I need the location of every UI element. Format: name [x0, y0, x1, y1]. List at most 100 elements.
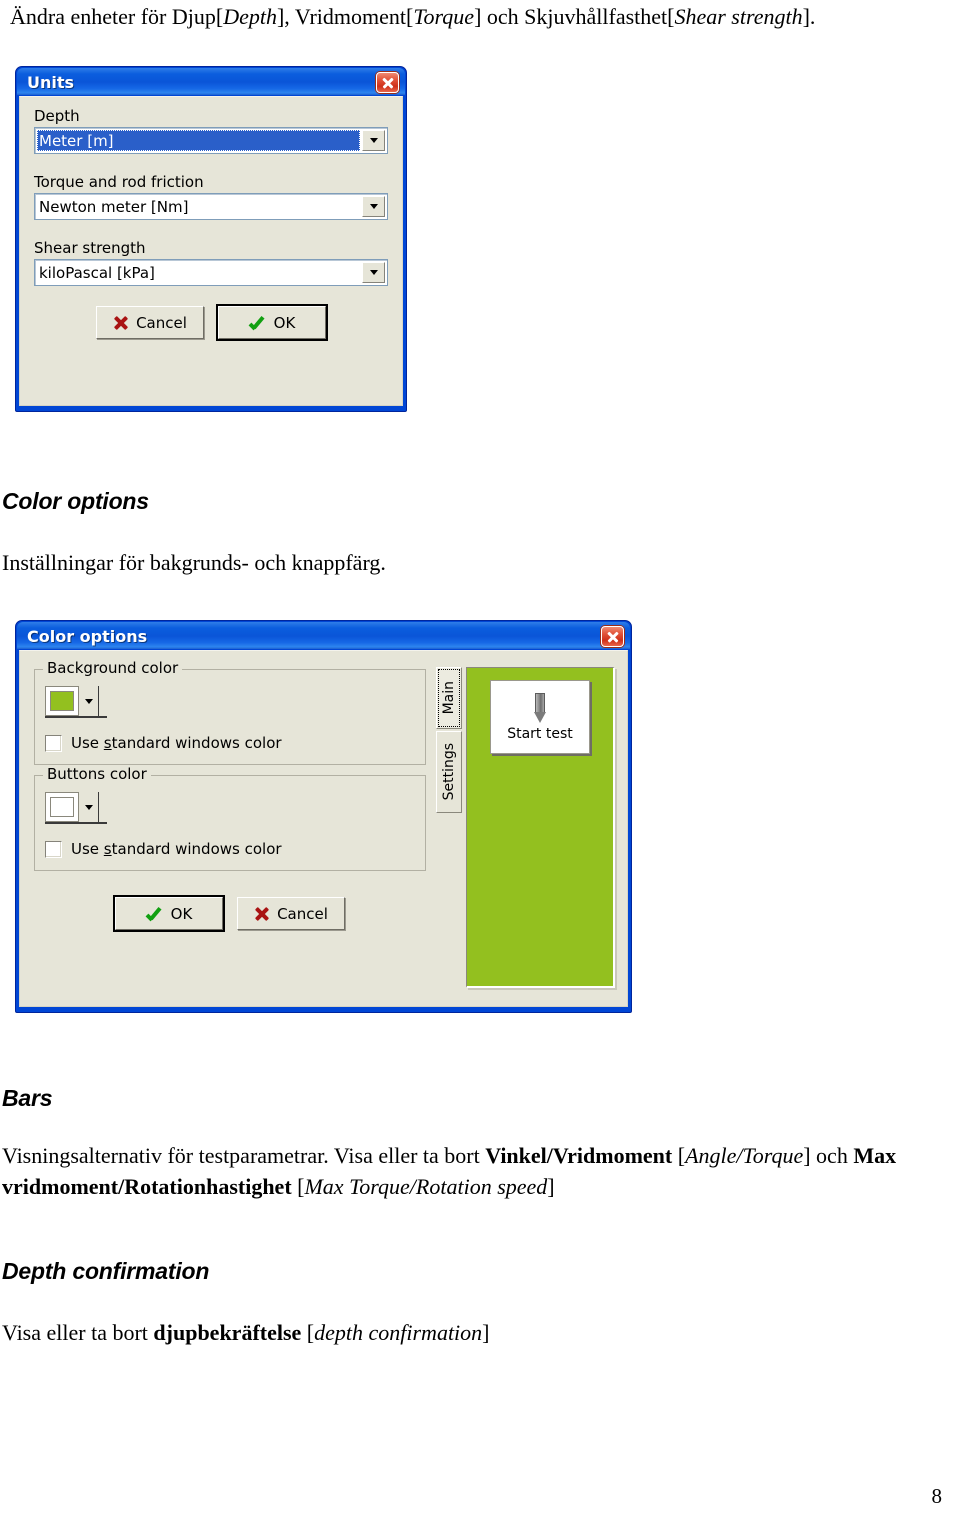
background-color-swatch[interactable] [45, 686, 79, 716]
text-run: ] [482, 1320, 490, 1345]
preview-vertical-tabs: Main Settings [436, 659, 462, 998]
label-accel: s [103, 840, 112, 858]
color-options-titlebar[interactable]: Color options [19, 623, 628, 650]
text-run: ] [547, 1174, 555, 1199]
color-options-preview-pane: Main Settings Start test [430, 659, 619, 998]
text-run: Depth [223, 4, 277, 29]
text-run: Inställningar för bakgrunds- och knappfä… [2, 550, 386, 575]
text-run: Torque [413, 4, 475, 29]
ok-button[interactable]: OK [218, 306, 326, 339]
text-run: Ändra enheter för Djup[ [10, 4, 224, 29]
units-dialog: Units Depth Meter [m] Torque and rod fri… [15, 66, 407, 412]
text-run: ]. [802, 4, 816, 29]
units-dialog-body: Depth Meter [m] Torque and rod friction … [19, 96, 403, 406]
text-run: djupbekräftelse [153, 1320, 302, 1345]
color-options-dialog: Color options Background color Use stand… [15, 620, 632, 1013]
depth-unit-value: Meter [m] [37, 130, 360, 151]
background-standard-color-checkbox[interactable] [45, 734, 62, 752]
field-depth: Depth Meter [m] [34, 107, 388, 154]
ok-button-label: OK [170, 904, 193, 923]
field-label-torque: Torque and rod friction [34, 173, 204, 191]
intro-paragraph: Ändra enheter för Djup[Depth], Vridmomen… [10, 2, 955, 32]
color-options-title: Color options [27, 627, 148, 646]
section-paragraph-bars: Visningsalternativ för testparametrar. V… [2, 1140, 952, 1202]
background-standard-color-label: Use standard windows color [71, 734, 282, 752]
ok-button[interactable]: OK [115, 897, 223, 930]
buttons-color-swatch-fill [50, 797, 74, 817]
buttons-standard-color-label: Use standard windows color [71, 840, 282, 858]
chevron-down-icon[interactable] [362, 130, 385, 151]
cancel-button[interactable]: Cancel [237, 897, 345, 930]
text-run: [ [301, 1320, 315, 1345]
chevron-down-icon[interactable] [362, 196, 385, 217]
label-pre: Use [71, 734, 104, 752]
section-heading-color-options: Color options [2, 488, 149, 514]
text-run: ] och [803, 1143, 854, 1168]
text-run: Visningsalternativ för testparametrar. V… [2, 1143, 486, 1168]
label-post: tandard windows color [111, 840, 282, 858]
close-icon[interactable] [601, 626, 624, 647]
chevron-down-icon[interactable] [79, 792, 99, 822]
text-run: ], Vridmoment[ [276, 4, 414, 29]
tab-main[interactable]: Main [436, 667, 462, 729]
background-color-picker[interactable] [45, 686, 107, 718]
tab-settings-label: Settings [441, 743, 457, 801]
text-run: Shear strength [674, 4, 803, 29]
cancel-button-label: Cancel [136, 313, 187, 332]
buttons-color-group: Buttons color Use standard windows color [34, 765, 426, 871]
units-dialog-titlebar[interactable]: Units [19, 69, 403, 96]
background-standard-color-row[interactable]: Use standard windows color [45, 734, 415, 752]
section-heading-bars: Bars [2, 1085, 53, 1111]
buttons-color-group-title: Buttons color [43, 765, 151, 783]
chevron-down-icon[interactable] [362, 262, 385, 283]
tab-settings[interactable]: Settings [436, 731, 462, 813]
cancel-button[interactable]: Cancel [96, 306, 204, 339]
green-check-icon [249, 315, 267, 331]
start-test-label: Start test [507, 725, 573, 742]
tab-main-label: Main [441, 681, 457, 715]
section-paragraph-depth-confirmation: Visa eller ta bort djupbekräftelse [dept… [2, 1317, 752, 1348]
buttons-standard-color-row[interactable]: Use standard windows color [45, 840, 415, 858]
field-label-shear-strength: Shear strength [34, 239, 146, 257]
background-color-group: Background color Use standard windows co… [34, 659, 426, 765]
text-run: Max Torque/Rotation speed [304, 1174, 548, 1199]
start-test-button[interactable]: Start test [490, 680, 590, 754]
buttons-color-picker[interactable] [45, 792, 107, 824]
shear-strength-unit-value: kiloPascal [kPa] [39, 263, 155, 282]
sounding-probe-icon [533, 692, 547, 723]
text-run: [ [291, 1174, 305, 1199]
red-x-icon [254, 906, 270, 922]
label-post: tandard windows color [111, 734, 282, 752]
cancel-button-label: Cancel [277, 904, 328, 923]
color-options-body: Background color Use standard windows co… [19, 650, 628, 1007]
background-color-swatch-fill [50, 691, 74, 711]
text-run: Angle/Torque [685, 1143, 804, 1168]
green-check-icon [146, 906, 164, 922]
buttons-standard-color-checkbox[interactable] [45, 840, 62, 858]
buttons-color-swatch[interactable] [45, 792, 79, 822]
close-icon[interactable] [376, 72, 399, 93]
preview-canvas: Start test [466, 667, 615, 988]
torque-unit-value: Newton meter [Nm] [39, 197, 189, 216]
color-options-button-row: OK Cancel [30, 897, 430, 930]
section-paragraph-color-options: Inställningar för bakgrunds- och knappfä… [2, 547, 386, 578]
text-run: depth confirmation [314, 1320, 483, 1345]
field-label-depth: Depth [34, 107, 80, 125]
section-heading-depth-confirmation: Depth confirmation [2, 1258, 210, 1284]
depth-unit-combo[interactable]: Meter [m] [34, 127, 388, 154]
units-dialog-button-row: Cancel OK [34, 306, 388, 339]
text-run: Visa eller ta bort [2, 1320, 154, 1345]
torque-unit-combo[interactable]: Newton meter [Nm] [34, 193, 388, 220]
shear-strength-unit-combo[interactable]: kiloPascal [kPa] [34, 259, 388, 286]
text-run: [ [672, 1143, 686, 1168]
red-x-icon [113, 315, 129, 331]
chevron-down-icon[interactable] [79, 686, 99, 716]
field-shear-strength: Shear strength kiloPascal [kPa] [34, 239, 388, 286]
label-accel: s [103, 734, 112, 752]
label-pre: Use [71, 840, 104, 858]
page-number: 8 [931, 1484, 943, 1508]
text-run: ] och Skjuvhållfasthet[ [474, 4, 675, 29]
ok-button-label: OK [273, 313, 296, 332]
